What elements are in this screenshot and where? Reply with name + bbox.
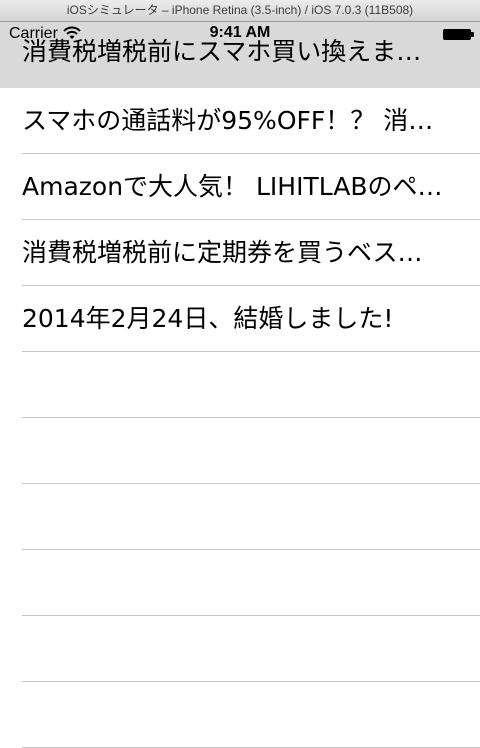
list-item[interactable] xyxy=(0,682,480,748)
article-list: 消費税増税前にスマホ買い換えま… スマホの通話料が95%OFF！？ 消… Amazo… xyxy=(0,22,480,748)
list-item[interactable]: Amazonで大人気！ LIHITLABのペ… xyxy=(0,154,480,220)
list-item-title: Amazonで大人気！ LIHITLABのペ… xyxy=(22,172,443,201)
status-time: 9:41 AM xyxy=(209,24,271,41)
list-item[interactable]: 2014年2月24日、結婚しました! xyxy=(0,286,480,352)
list-item-title: 消費税増税前に定期券を買うベス… xyxy=(22,238,423,267)
battery-icon xyxy=(443,29,471,40)
list-item[interactable] xyxy=(0,550,480,616)
status-bar: Carrier 9:41 AM xyxy=(0,22,480,42)
list-item[interactable] xyxy=(0,352,480,418)
list-item[interactable]: スマホの通話料が95%OFF！？ 消… xyxy=(0,88,480,154)
list-item[interactable] xyxy=(0,616,480,682)
list-item[interactable] xyxy=(0,484,480,550)
battery-cap xyxy=(471,32,474,37)
list-item[interactable] xyxy=(0,418,480,484)
list-item[interactable]: 消費税増税前に定期券を買うベス… xyxy=(0,220,480,286)
list-item-title: スマホの通話料が95%OFF！？ 消… xyxy=(22,106,434,135)
simulator-window-title: iOSシミュレータ – iPhone Retina (3.5-inch) / i… xyxy=(0,0,480,22)
list-item-title: 2014年2月24日、結婚しました! xyxy=(22,304,394,333)
